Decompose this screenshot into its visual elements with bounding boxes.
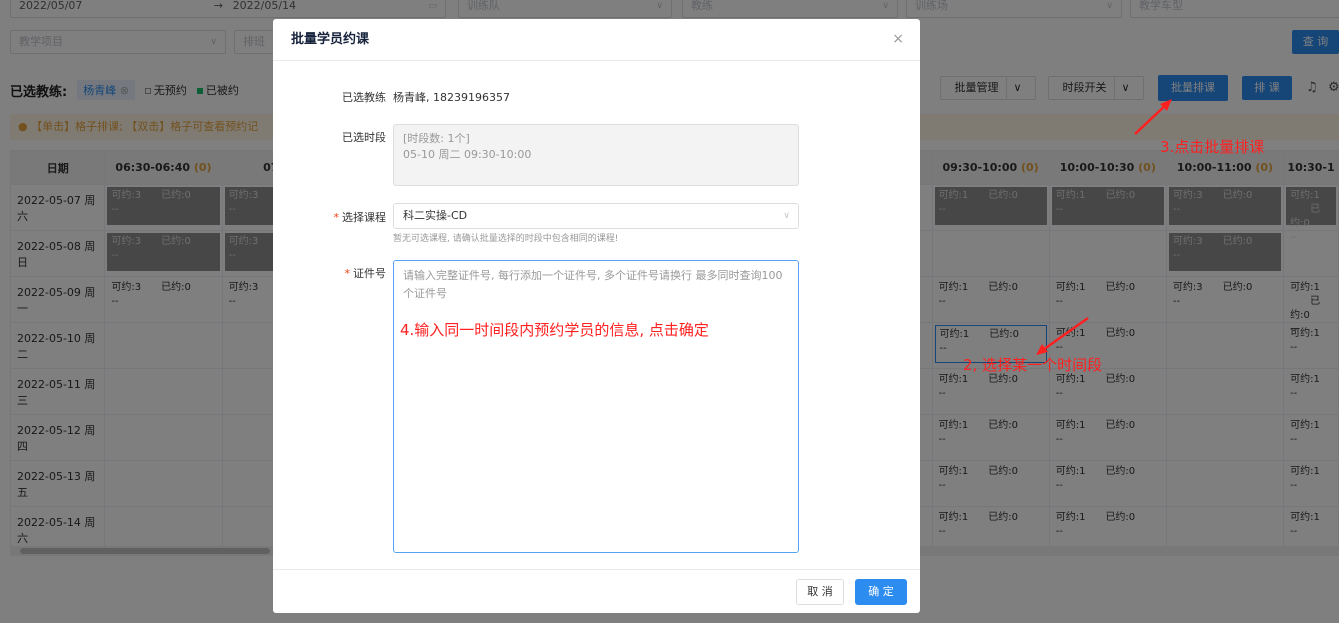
required-mark: * — [333, 211, 340, 224]
cancel-button[interactable]: 取 消 — [796, 579, 844, 605]
selected-slots-textarea[interactable]: [时段数: 1个] 05-10 周二 09:30-10:00 — [393, 124, 799, 186]
annotation-step2: 2, 选择某一个时间段 — [963, 356, 1103, 374]
course-select-value: 科二实操-CD — [403, 209, 468, 222]
batch-booking-modal: 批量学员约课 × 已选教练 杨青峰, 18239196357 已选时段 [时段数… — [273, 19, 920, 613]
course-label-text: 选择课程 — [342, 211, 386, 224]
id-label: * 证件号 — [273, 265, 387, 281]
id-label-text: 证件号 — [353, 267, 386, 280]
id-numbers-textarea[interactable]: 请输入完整证件号, 每行添加一个证件号, 多个证件号请换行 最多同时查询100个… — [393, 260, 799, 553]
required-mark: * — [344, 267, 351, 280]
course-select[interactable]: 科二实操-CD ∨ — [393, 203, 799, 229]
course-hint: 暂无可选课程, 请确认批量选择的时段中包含相同的课程! — [393, 234, 619, 244]
course-label: * 选择课程 — [273, 209, 387, 225]
chevron-down-icon: ∨ — [783, 211, 790, 221]
coach-value: 杨青峰, 18239196357 — [393, 91, 510, 104]
confirm-button[interactable]: 确 定 — [855, 579, 907, 605]
slot-count: [时段数: 1个] — [403, 132, 470, 145]
slot-label: 已选时段 — [342, 131, 386, 144]
slot-item: 05-10 周二 09:30-10:00 — [403, 148, 532, 161]
annotation-step4: 4.输入同一时间段内预约学员的信息, 点击确定 — [400, 321, 709, 339]
id-placeholder: 请输入完整证件号, 每行添加一个证件号, 多个证件号请换行 最多同时查询100个… — [403, 269, 783, 300]
modal-footer: 取 消 确 定 — [273, 569, 920, 613]
coach-label: 已选教练 — [342, 91, 386, 104]
modal-title: 批量学员约课 — [273, 19, 920, 61]
annotation-step3: 3.点击批量排课 — [1160, 138, 1265, 156]
close-icon[interactable]: × — [892, 31, 904, 47]
